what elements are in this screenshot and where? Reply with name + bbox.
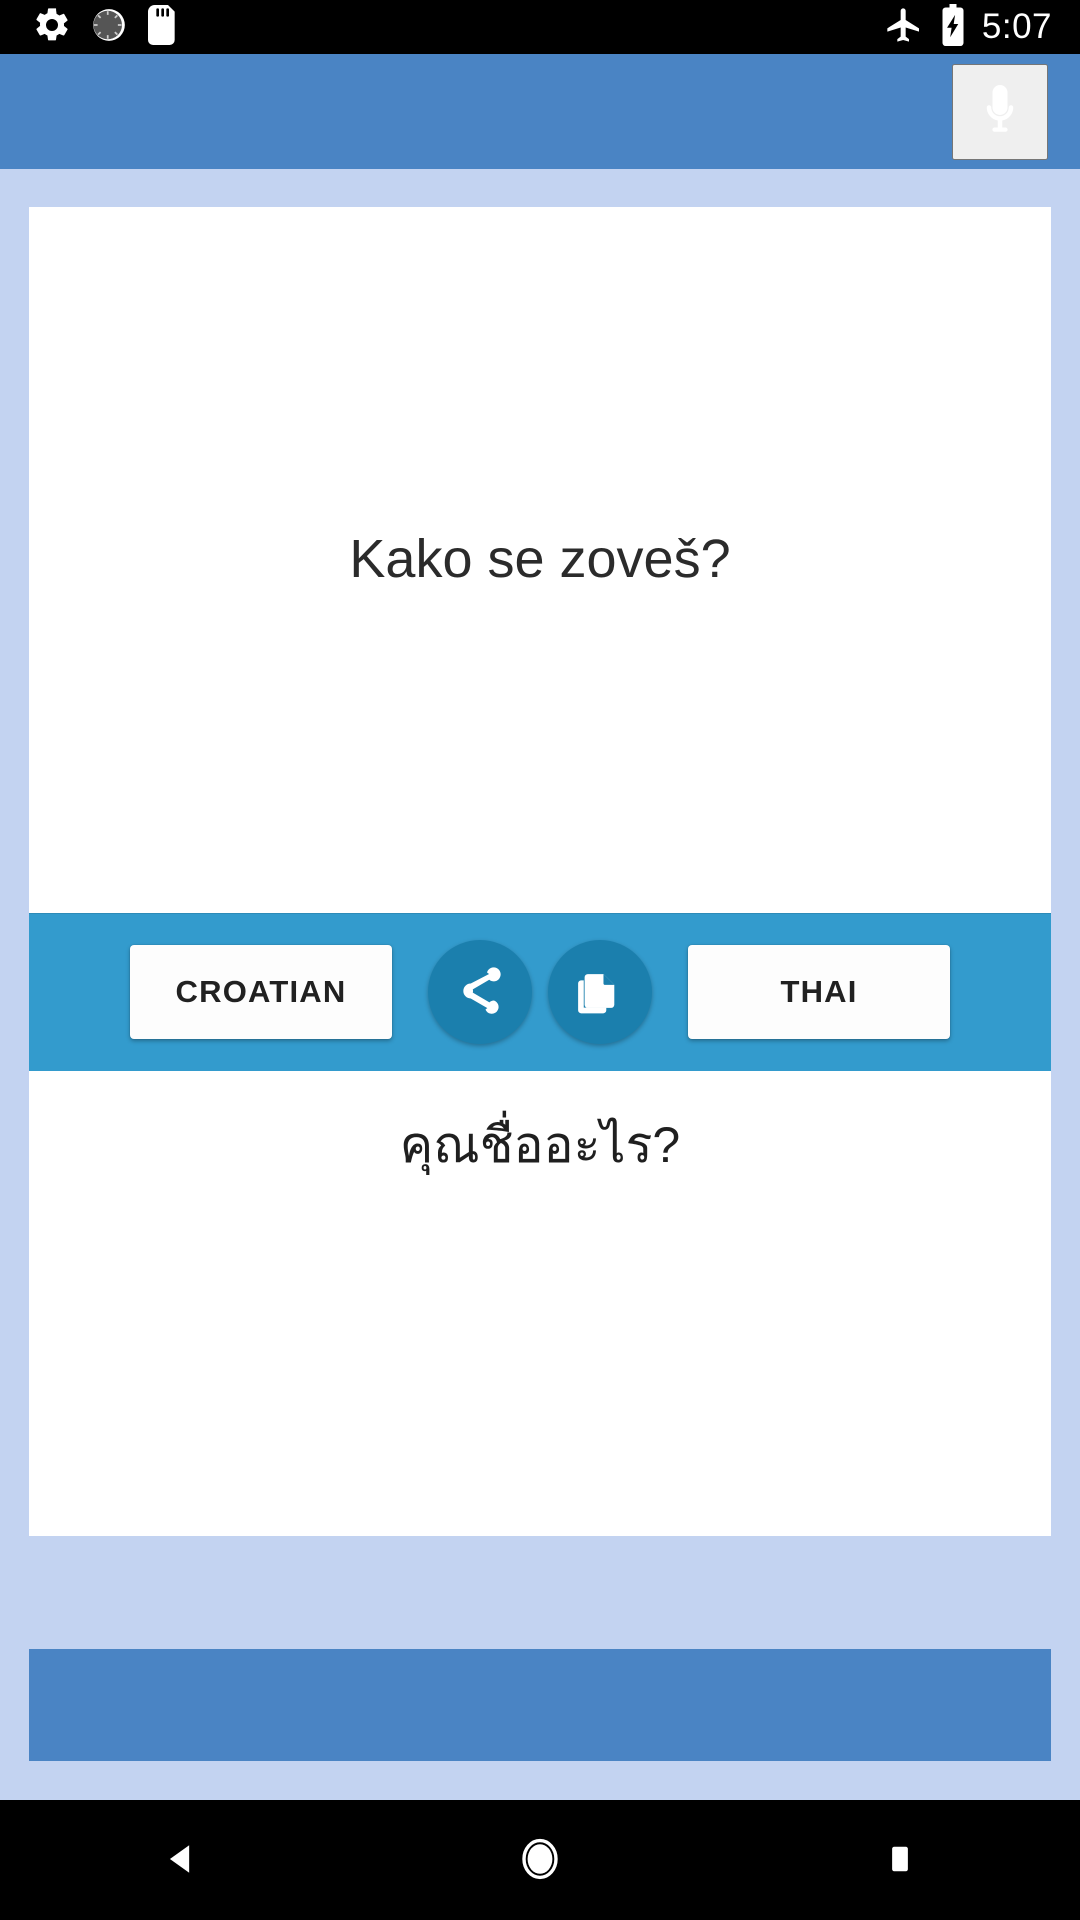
status-bar-right-icons: 5:07: [884, 3, 1080, 51]
back-triangle-icon: [158, 1837, 202, 1884]
source-language-button[interactable]: CROATIAN: [130, 945, 392, 1039]
source-text: Kako se zoveš?: [349, 529, 731, 590]
bottom-banner[interactable]: [29, 1649, 1051, 1761]
target-text-card[interactable]: คุณชื่ออะไร?: [29, 1071, 1051, 1536]
battery-charging-icon: [940, 3, 966, 51]
translator-content: Kako se zoveš? CROATIAN THAI คุณชื่ออะไร…: [29, 207, 1051, 1761]
share-button[interactable]: [428, 940, 532, 1044]
status-bar-clock: 5:07: [981, 6, 1052, 46]
app-bar: [0, 54, 1080, 169]
status-bar: 5:07: [0, 0, 1080, 54]
airplane-mode-icon: [884, 5, 924, 50]
loading-spinner-icon: [90, 6, 128, 49]
nav-back-button[interactable]: [100, 1800, 260, 1920]
sd-card-icon: [146, 4, 180, 50]
recents-square-icon: [879, 1838, 921, 1883]
language-control-bar: CROATIAN THAI: [29, 913, 1051, 1071]
status-bar-left-icons: [0, 4, 180, 50]
copy-button[interactable]: [548, 940, 652, 1044]
copy-icon: [574, 965, 626, 1020]
page-background: Kako se zoveš? CROATIAN THAI คุณชื่ออะไร…: [0, 169, 1080, 1800]
nav-recents-button[interactable]: [820, 1800, 980, 1920]
target-text: คุณชื่ออะไร?: [399, 1117, 681, 1173]
home-circle-icon: [516, 1835, 564, 1886]
share-icon: [452, 963, 508, 1022]
microphone-icon: [970, 80, 1030, 143]
microphone-button[interactable]: [952, 63, 1048, 160]
source-text-card[interactable]: Kako se zoveš?: [29, 207, 1051, 913]
nav-home-button[interactable]: [460, 1800, 620, 1920]
android-navigation-bar: [0, 1800, 1080, 1920]
target-language-button[interactable]: THAI: [688, 945, 950, 1039]
settings-gear-icon: [32, 5, 72, 50]
